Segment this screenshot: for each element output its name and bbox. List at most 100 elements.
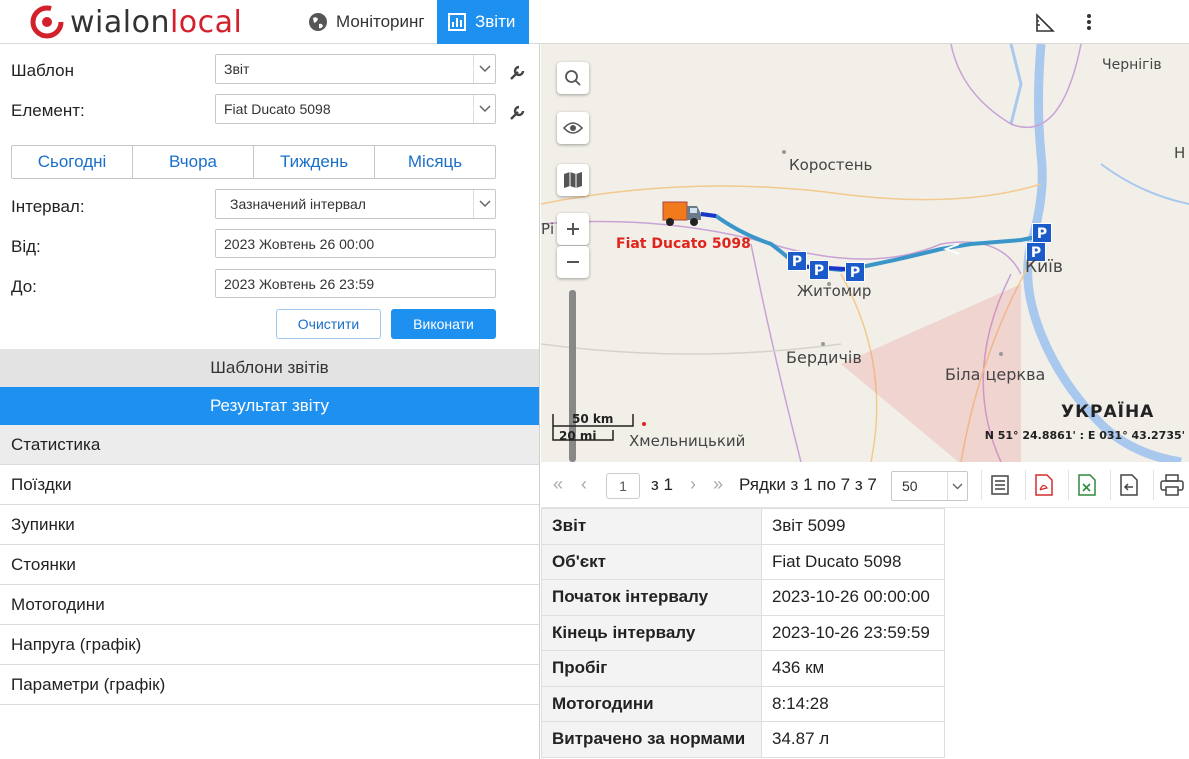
report-templates-header[interactable]: Шаблони звітів <box>0 349 539 387</box>
country-label: УКРАЇНА <box>1061 402 1155 422</box>
unit-map-label: Fiat Ducato 5098 <box>616 236 751 252</box>
period-today-button[interactable]: Сьогодні <box>12 146 133 178</box>
chevron-down-icon <box>473 55 495 83</box>
export-file-icon[interactable] <box>1110 470 1146 500</box>
result-item-params-chart[interactable]: Параметри (графік) <box>0 665 539 705</box>
interval-select[interactable]: Зазначений інтервал <box>215 189 496 219</box>
column-view-icon[interactable] <box>981 470 1017 500</box>
export-excel-icon[interactable] <box>1068 470 1104 500</box>
svg-text:P: P <box>792 254 802 270</box>
run-button[interactable]: Виконати <box>391 309 496 339</box>
chevron-down-icon <box>947 472 967 500</box>
stat-key: Об'єкт <box>541 543 762 580</box>
tab-monitoring-label: Моніторинг <box>336 12 425 31</box>
result-item-voltage-chart[interactable]: Напруга (графік) <box>0 625 539 665</box>
stat-key: Звіт <box>541 508 762 545</box>
map-search-button[interactable] <box>557 62 589 94</box>
from-label: Від: <box>11 237 41 256</box>
table-row: Об'єкт Fiat Ducato 5098 <box>541 543 945 580</box>
table-row: Витрачено за нормами 34.87 л <box>541 721 945 758</box>
map-layers-button[interactable] <box>557 164 589 196</box>
template-value: Звіт <box>224 61 250 77</box>
search-icon <box>565 70 581 86</box>
chevron-down-icon <box>473 95 495 123</box>
stat-key: Мотогодини <box>541 685 762 722</box>
to-date-value: 2023 Жовтень 26 23:59 <box>224 276 375 292</box>
stat-value: 2023-10-26 23:59:59 <box>761 614 945 651</box>
period-yesterday-button[interactable]: Вчора <box>133 146 254 178</box>
top-bar: wialonlocal Моніторинг Звіти <box>0 0 1189 44</box>
parking-marker[interactable]: P <box>786 250 808 276</box>
report-result-header[interactable]: Результат звіту <box>0 387 539 425</box>
truck-icon[interactable] <box>661 196 703 228</box>
table-toolbar: « ‹ 1 з 1 › » Рядки з 1 по 7 з 7 50 <box>541 462 1189 508</box>
result-item-trips[interactable]: Поїздки <box>0 465 539 505</box>
result-item-engine-hours[interactable]: Мотогодини <box>0 585 539 625</box>
city-label: Н <box>1174 144 1186 162</box>
cursor-coordinates: N 51° 24.8861' : E 031° 43.2735' <box>984 429 1185 442</box>
stat-value: Fiat Ducato 5098 <box>761 543 945 580</box>
svg-text:P: P <box>850 265 860 281</box>
rows-per-page-value: 50 <box>902 478 918 494</box>
interval-value: Зазначений інтервал <box>230 196 366 212</box>
period-button-group: Сьогодні Вчора Тиждень Місяць <box>11 145 496 179</box>
to-date-input[interactable]: 2023 Жовтень 26 23:59 <box>215 269 496 298</box>
plus-icon <box>567 223 579 235</box>
result-item-stops[interactable]: Зупинки <box>0 505 539 545</box>
map-icon <box>564 172 582 188</box>
stat-key: Пробіг <box>541 650 762 687</box>
map-view[interactable]: Fiat Ducato 5098 P P P P P Чернігів Коро… <box>541 44 1189 462</box>
interval-label: Інтервал: <box>11 197 85 216</box>
stat-key: Кінець інтервалу <box>541 614 762 651</box>
page-number-input[interactable]: 1 <box>606 473 640 499</box>
prev-page-icon[interactable]: ‹ <box>581 474 587 495</box>
city-label: Коростень <box>789 156 873 174</box>
zoom-out-button[interactable] <box>557 246 589 278</box>
table-row: Пробіг 436 км <box>541 650 945 687</box>
city-label: Біла церква <box>945 365 1046 384</box>
result-item-statistics[interactable]: Статистика <box>0 425 539 465</box>
rows-per-page-select[interactable]: 50 <box>891 471 968 501</box>
wialon-logo[interactable]: wialonlocal <box>30 4 270 40</box>
statistics-table: Звіт Звіт 5099 Об'єкт Fiat Ducato 5098 Поч… <box>541 508 945 758</box>
from-date-input[interactable]: 2023 Жовтень 26 00:00 <box>215 229 496 258</box>
clear-button[interactable]: Очистити <box>276 309 381 339</box>
result-item-parkings[interactable]: Стоянки <box>0 545 539 585</box>
element-select[interactable]: Fiat Ducato 5098 <box>215 94 496 124</box>
table-row: Початок інтервалу 2023-10-26 00:00:00 <box>541 579 945 616</box>
ruler-icon[interactable] <box>1033 9 1059 35</box>
tab-monitoring[interactable]: Моніторинг <box>298 0 436 44</box>
logo-icon <box>30 5 64 39</box>
export-pdf-icon[interactable] <box>1025 470 1061 500</box>
map-visibility-button[interactable] <box>557 112 589 144</box>
city-label: Житомир <box>797 282 872 300</box>
tab-reports[interactable]: Звіти <box>437 0 529 44</box>
table-row: Мотогодини 8:14:28 <box>541 685 945 722</box>
scale-km: 50 km <box>572 412 614 426</box>
more-menu-icon[interactable] <box>1076 9 1102 35</box>
element-value: Fiat Ducato 5098 <box>224 101 331 117</box>
stat-value: 34.87 л <box>761 721 945 758</box>
page-count: з 1 <box>651 475 673 494</box>
next-page-icon[interactable]: › <box>690 474 696 495</box>
wrench-icon[interactable] <box>508 104 526 122</box>
minus-icon <box>567 261 579 263</box>
map-background <box>541 44 1189 462</box>
report-icon <box>448 13 466 31</box>
last-page-icon[interactable]: » <box>713 474 723 495</box>
city-label: Київ <box>1025 257 1063 277</box>
template-select[interactable]: Звіт <box>215 54 496 84</box>
stat-value: Звіт 5099 <box>761 508 945 545</box>
print-icon[interactable] <box>1153 470 1189 500</box>
scale-mi: 20 mi <box>559 429 597 443</box>
zoom-in-button[interactable] <box>557 213 589 245</box>
element-label: Елемент: <box>11 101 85 120</box>
stat-key: Витрачено за нормами <box>541 721 762 758</box>
stat-value: 436 км <box>761 650 945 687</box>
tab-reports-label: Звіти <box>475 12 516 31</box>
first-page-icon[interactable]: « <box>553 474 563 495</box>
period-month-button[interactable]: Місяць <box>375 146 495 178</box>
stat-value: 8:14:28 <box>761 685 945 722</box>
wrench-icon[interactable] <box>508 64 526 82</box>
period-week-button[interactable]: Тиждень <box>254 146 375 178</box>
